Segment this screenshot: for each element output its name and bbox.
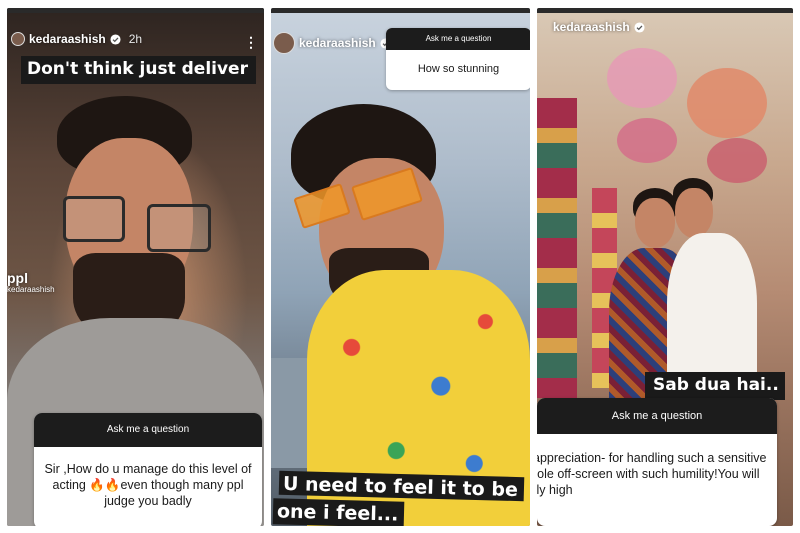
hanging-lantern <box>707 138 767 183</box>
story-header: kedaraashish <box>553 20 645 34</box>
eyeglasses-right <box>147 204 211 252</box>
question-card[interactable]: Ask me a question Sir ,How do u manage d… <box>34 413 262 526</box>
wall-hanging-decor <box>537 98 577 398</box>
question-card[interactable]: Ask me a question appreciation- for hand… <box>537 398 777 526</box>
avatar[interactable] <box>273 32 295 54</box>
hanging-lantern <box>687 68 767 138</box>
username[interactable]: kedaraashish <box>299 36 376 50</box>
username[interactable]: kedaraashish <box>553 20 630 34</box>
question-card-header: Ask me a question <box>386 28 530 50</box>
caption-banner-line-2: one i feel... <box>272 498 405 526</box>
story-panel-2[interactable]: kedaraashish 2h Ask me a question How so… <box>271 8 530 526</box>
avatar[interactable] <box>11 32 25 46</box>
story-panel-3[interactable]: kedaraashish Sab dua hai.. Ask me a ques… <box>537 8 793 526</box>
story-header: kedaraashish 2h <box>11 32 142 46</box>
question-card-header: Ask me a question <box>537 398 777 434</box>
question-text: How so stunning <box>417 63 500 75</box>
more-options-icon[interactable]: ⋮ <box>244 35 258 49</box>
caption-banner: Don't think just deliver <box>21 56 256 84</box>
story-progress-bar <box>271 8 530 13</box>
question-text: Sir ,How do u manage do this level of ac… <box>44 462 252 508</box>
story-panel-1[interactable]: kedaraashish 2h ⋮ Don't think just deliv… <box>7 8 264 526</box>
side-overlay-username: kedaraashish <box>7 285 55 294</box>
woman-face <box>635 198 675 248</box>
question-card[interactable]: Ask me a question How so stunning <box>386 28 530 90</box>
eyeglasses-left <box>63 196 125 242</box>
question-text: appreciation- for handling such a sensit… <box>537 451 767 497</box>
username[interactable]: kedaraashish <box>29 32 106 46</box>
hanging-lantern <box>617 118 677 163</box>
post-time: 2h <box>128 32 143 46</box>
man-face <box>675 188 713 238</box>
caption-banner: Sab dua hai.. <box>645 372 785 400</box>
question-card-header: Ask me a question <box>34 413 262 447</box>
story-progress-bar <box>537 8 793 13</box>
story-progress-bar <box>7 8 264 13</box>
verified-badge-icon <box>110 33 121 45</box>
hanging-lantern <box>607 48 677 108</box>
side-overlay-text: ppl <box>7 270 28 286</box>
verified-badge-icon <box>634 21 645 33</box>
